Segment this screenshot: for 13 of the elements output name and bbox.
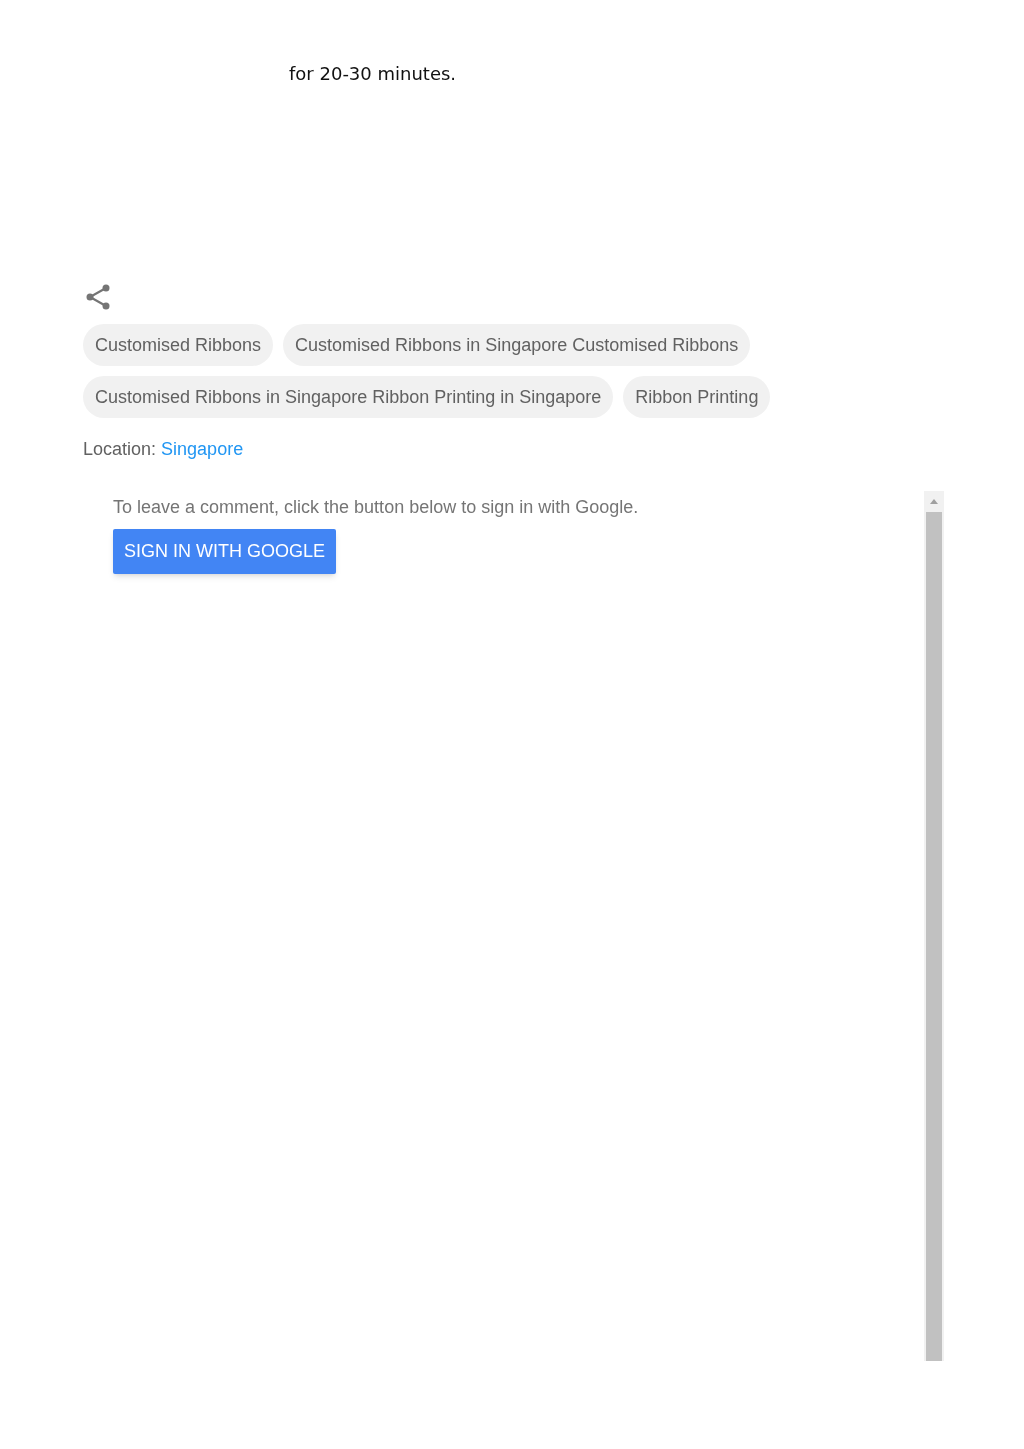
label-chip[interactable]: Customised Ribbons in Singapore Ribbon Printing in Singapore — [83, 376, 614, 418]
label-chip[interactable]: Ribbon Printing — [623, 376, 771, 418]
scroll-thumb[interactable] — [926, 512, 942, 1361]
scroll-up-icon[interactable] — [930, 499, 938, 504]
scrollbar[interactable] — [924, 491, 944, 1361]
location-link[interactable]: Singapore — [161, 439, 244, 459]
label-chip[interactable]: Customised Ribbons in Singapore Customised Ribbons — [283, 324, 751, 366]
body-text: for 20-30 minutes. — [289, 62, 457, 86]
location-text: Location: Singapore — [83, 438, 244, 461]
comment-prompt: To leave a comment, click the button below to sign in with Google. — [113, 496, 639, 519]
sign-in-button[interactable]: SIGN IN WITH GOOGLE — [113, 529, 336, 574]
share-icon[interactable] — [86, 284, 110, 310]
label-chip[interactable]: Customised Ribbons — [83, 324, 274, 366]
